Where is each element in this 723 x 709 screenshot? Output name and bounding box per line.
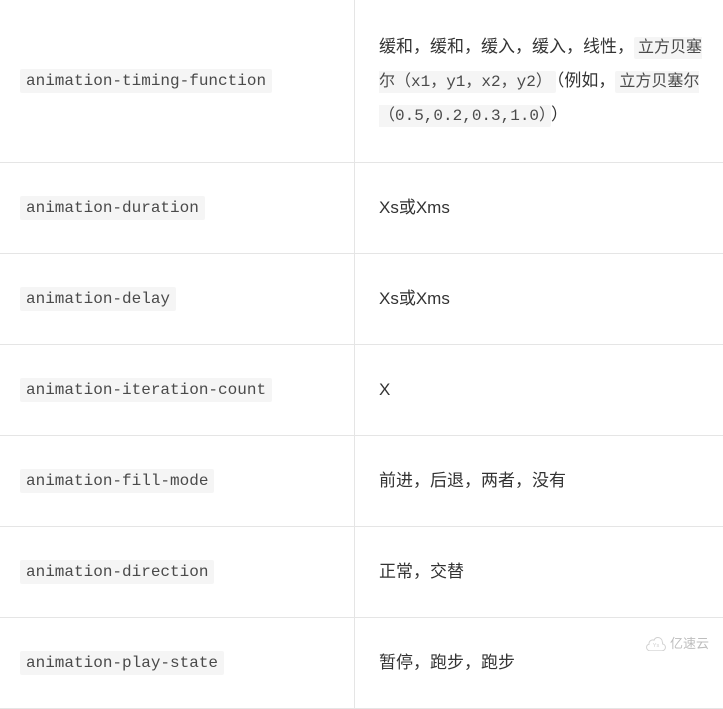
value-text: 暂停，跑步，跑步 [379,653,515,672]
property-code: animation-iteration-count [20,378,272,402]
value-cell: 正常，交替 [355,527,723,617]
value-text: 正常，交替 [379,562,464,581]
cloud-icon: Ys [645,635,667,651]
table-row: animation-direction 正常，交替 [0,527,723,618]
value-text: ） [551,105,568,124]
property-cell: animation-iteration-count [0,345,355,435]
value-cell: 暂停，跑步，跑步 [355,618,723,708]
table-row: animation-iteration-count X [0,345,723,436]
property-cell: animation-duration [0,163,355,253]
value-text: （例如， [556,71,616,90]
property-code: animation-play-state [20,651,224,675]
svg-text:Ys: Ys [653,642,660,648]
property-code: animation-fill-mode [20,469,214,493]
property-code: animation-direction [20,560,214,584]
table-row: animation-delay Xs或Xms [0,254,723,345]
property-cell: animation-fill-mode [0,436,355,526]
table-row: animation-duration Xs或Xms [0,163,723,254]
css-properties-table: animation-timing-function 缓和，缓和，缓入，缓入，线性，… [0,0,723,709]
value-text: 前进，后退，两者，没有 [379,471,566,490]
value-text: X [379,380,390,399]
value-cell: Xs或Xms [355,163,723,253]
value-text: Xs或Xms [379,289,450,308]
table-row: animation-play-state 暂停，跑步，跑步 [0,618,723,709]
value-cell: Xs或Xms [355,254,723,344]
value-cell: X [355,345,723,435]
property-cell: animation-direction [0,527,355,617]
watermark-text: 亿速云 [670,633,709,652]
property-cell: animation-timing-function [0,0,355,162]
property-code: animation-duration [20,196,205,220]
property-cell: animation-delay [0,254,355,344]
table-row: animation-timing-function 缓和，缓和，缓入，缓入，线性，… [0,0,723,163]
watermark: Ys 亿速云 [645,633,709,652]
value-text: 缓和，缓和，缓入，缓入，线性， [379,37,634,56]
property-code: animation-delay [20,287,176,311]
value-cell: 缓和，缓和，缓入，缓入，线性，立方贝塞尔（x1，y1，x2，y2）（例如，立方贝… [355,0,723,162]
value-text: Xs或Xms [379,198,450,217]
property-cell: animation-play-state [0,618,355,708]
value-cell: 前进，后退，两者，没有 [355,436,723,526]
property-code: animation-timing-function [20,69,272,93]
table-row: animation-fill-mode 前进，后退，两者，没有 [0,436,723,527]
